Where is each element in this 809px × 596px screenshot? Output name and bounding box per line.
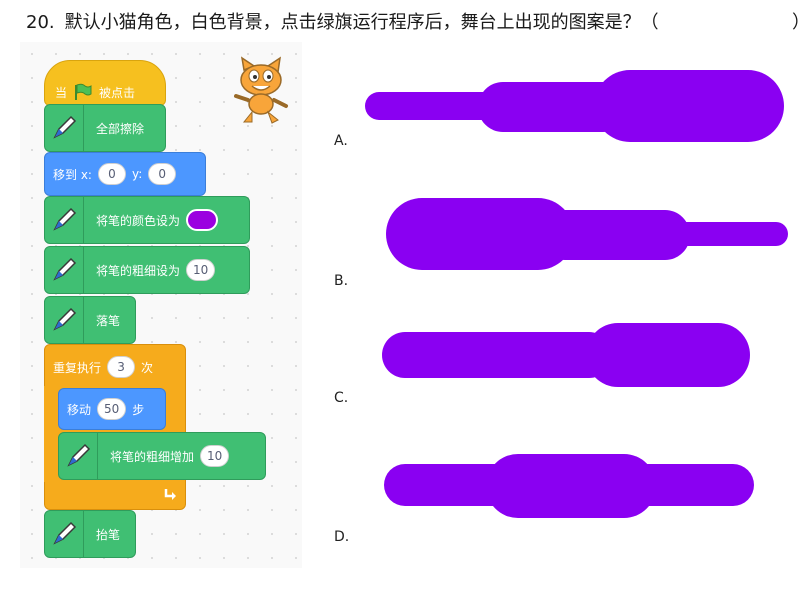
repeat-label: 重复执行 [53,360,102,375]
question-close-paren: ） [792,12,809,33]
pen-icon [45,297,84,343]
set-size-label: 将笔的粗细设为 [96,263,181,278]
set-color-label: 将笔的颜色设为 [96,213,181,228]
pen-icon [45,511,84,557]
question-number: 20. [26,12,55,33]
scratch-cat-icon [234,56,288,124]
move-suffix: 步 [132,402,145,417]
repeat-suffix: 次 [141,360,154,375]
clear-block[interactable]: 全部擦除 [44,104,166,152]
green-flag-icon [75,83,92,100]
pen-up-block[interactable]: 抬笔 [44,510,136,558]
goto-y-input[interactable]: 0 [148,163,177,185]
goto-xy-block[interactable]: 移到 x: 0 y: 0 [44,152,206,196]
move-label: 移动 [67,402,92,417]
pen-up-label: 抬笔 [96,527,121,542]
change-size-input[interactable]: 10 [200,445,230,467]
set-pen-size-block[interactable]: 将笔的粗细设为 10 [44,246,250,294]
pen-icon [45,247,84,293]
hat-prefix: 当 [55,85,68,100]
clear-label: 全部擦除 [96,121,145,136]
when-flag-clicked-block[interactable]: 当 被点击 [44,60,166,106]
hat-suffix: 被点击 [99,85,136,100]
question-body: 默认小猫角色，白色背景，点击绿旗运行程序后，舞台上出现的图案是？（ [64,12,659,33]
pen-icon [45,105,84,151]
pen-icon [45,197,84,243]
pen-icon [59,433,98,479]
question-text: 20. 默认小猫角色，白色背景，点击绿旗运行程序后，舞台上出现的图案是？（ ） [26,8,809,34]
option-a-label: A. [334,133,348,149]
repeat-count-input[interactable]: 3 [107,356,136,378]
pen-down-label: 落笔 [96,313,121,328]
pen-down-block[interactable]: 落笔 [44,296,136,344]
goto-y-label: y: [131,167,143,181]
pen-color-swatch[interactable] [186,209,219,231]
option-b-label: B. [334,273,349,289]
change-size-label: 将笔的粗细增加 [110,449,195,464]
move-steps-input[interactable]: 50 [97,398,127,420]
set-size-input[interactable]: 10 [186,259,216,281]
set-pen-color-block[interactable]: 将笔的颜色设为 [44,196,250,244]
goto-x-input[interactable]: 0 [97,163,126,185]
option-c-label: C. [334,390,349,406]
option-d-label: D. [334,529,350,545]
goto-label: 移到 x: [53,167,92,182]
loop-arrow-icon [164,489,176,500]
move-steps-block[interactable]: 移动 50 步 [58,388,166,430]
change-pen-size-block[interactable]: 将笔的粗细增加 10 [58,432,266,480]
